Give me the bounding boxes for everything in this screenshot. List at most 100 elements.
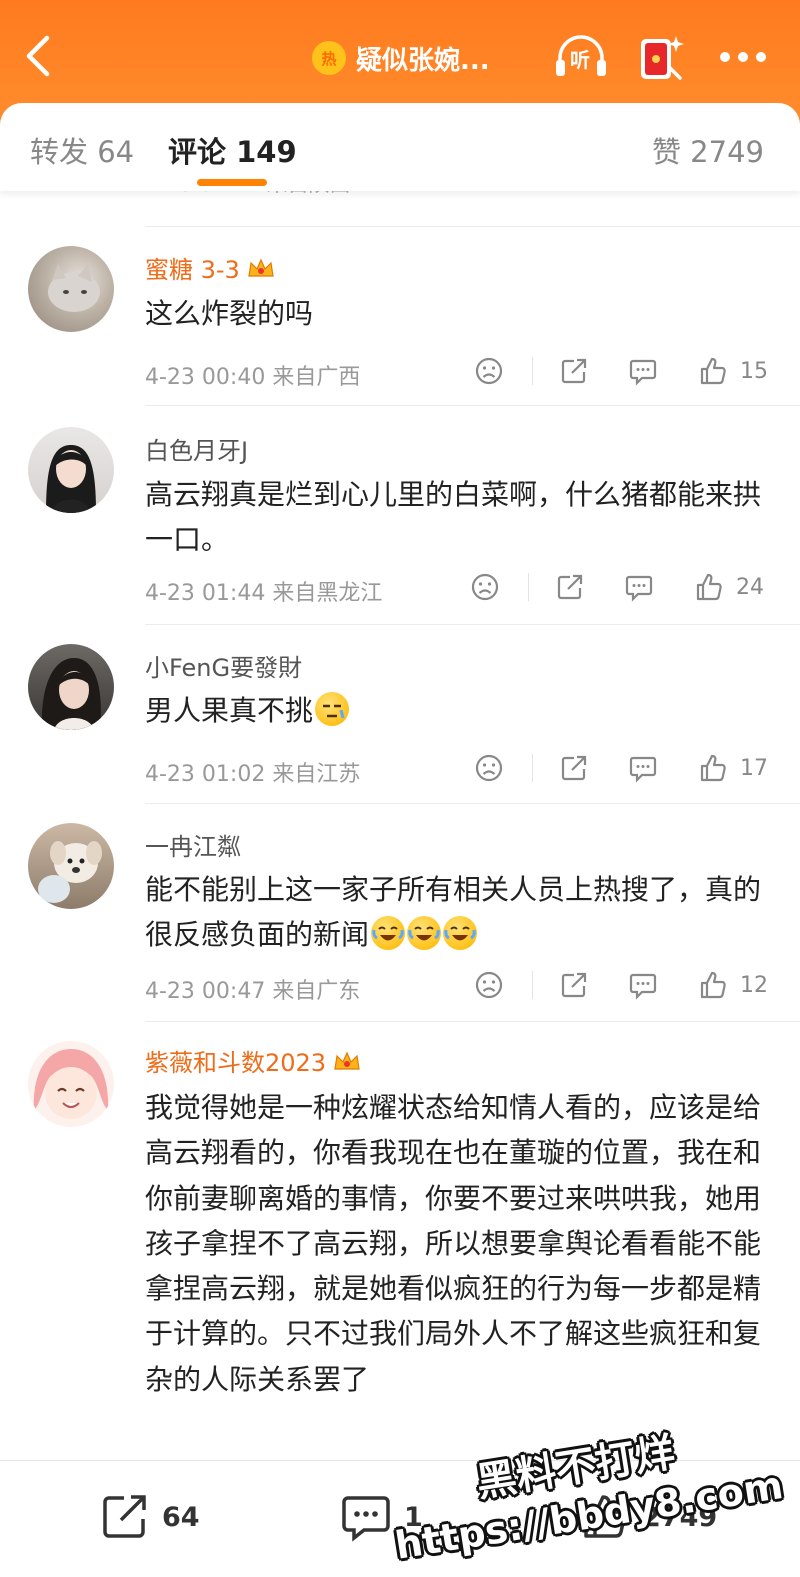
comment-bubble-icon (342, 1496, 390, 1542)
share-button[interactable] (557, 354, 591, 388)
like-button[interactable]: 2749 (580, 1487, 717, 1547)
like-button[interactable] (696, 968, 730, 1002)
sad-face-icon (475, 754, 503, 782)
like-button[interactable] (696, 751, 730, 785)
laugh-cry-emoji-icon (407, 916, 442, 951)
dislike-button[interactable] (472, 968, 506, 1002)
comment-divider (145, 405, 800, 406)
avatar[interactable] (28, 427, 114, 513)
comment-meta: 4-23 01:02 来自江苏 (145, 762, 361, 787)
reply-button[interactable] (626, 968, 660, 1002)
comment-username[interactable]: 紫薇和斗数2023 (145, 1043, 362, 1078)
thumbs-up-icon (584, 1495, 626, 1538)
cartoon-avatar-image (33, 1049, 109, 1119)
comment-text: 这么炸裂的吗 (145, 297, 314, 330)
listen-label: 听 (570, 48, 590, 72)
tab-repost[interactable]: 转发 64 (30, 129, 134, 171)
comment-username[interactable]: 蜜糖 3-3 (145, 250, 276, 285)
share-button[interactable] (557, 751, 591, 785)
comment-item: 白色月牙J 高云翔真是烂到心儿里的白菜啊，什么猪都能来拱一口。 4-23 01:… (0, 405, 800, 623)
comment-username[interactable]: 小FenG要發財 (145, 648, 302, 683)
comment-divider (145, 226, 800, 227)
woman-avatar-image (41, 658, 101, 730)
active-tab-indicator (197, 179, 267, 186)
like-count: 2749 (642, 1501, 718, 1533)
more-button[interactable] (714, 30, 772, 84)
share-icon (557, 574, 583, 600)
sad-face-icon (475, 357, 503, 385)
red-packet-icon (641, 36, 684, 80)
comment-item: 一冉江粼 能不能别上这一家子所有相关人员上热搜了，真的很反感负面的新闻 4-23… (0, 803, 800, 1021)
comment-count: 1 (404, 1501, 423, 1533)
share-icon (561, 755, 587, 781)
action-divider (532, 754, 533, 782)
reply-button[interactable] (626, 751, 660, 785)
avatar[interactable] (28, 644, 114, 730)
share-icon (561, 358, 587, 384)
comment-bubble-icon (629, 359, 657, 386)
comment-item: 紫薇和斗数2023 我觉得她是一种炫耀状态给知情人看的，应该是给高云翔看的，你看… (0, 1021, 800, 1460)
listen-button[interactable]: 听 (552, 30, 610, 84)
share-button[interactable] (553, 570, 587, 604)
comment-bubble-icon (629, 756, 657, 783)
share-icon (561, 972, 587, 998)
avatar[interactable] (28, 823, 114, 909)
topic-title[interactable]: 热 疑似张婉... (312, 36, 490, 80)
tab-comments[interactable]: 评论 149 (168, 129, 297, 171)
more-dots-icon (720, 52, 766, 62)
action-divider (528, 573, 529, 601)
share-button[interactable] (557, 968, 591, 1002)
like-count: 24 (736, 575, 764, 600)
comment-text: 能不能别上这一家子所有相关人员上热搜了，真的很反感负面的新闻 (145, 873, 762, 952)
sad-face-icon (471, 573, 499, 601)
red-packet-button[interactable] (630, 30, 688, 84)
dislike-button[interactable] (472, 751, 506, 785)
comment-username[interactable]: 一冉江粼 (145, 827, 241, 862)
detail-tabs: 转发 64 评论 149 赞 2749 (0, 103, 800, 191)
action-divider (532, 971, 533, 999)
comment-text: 高云翔真是烂到心儿里的白菜啊，什么猪都能来拱一口。 (145, 478, 762, 557)
laugh-cry-emoji-icon (443, 916, 478, 951)
tab-likes[interactable]: 赞 2749 (652, 129, 764, 171)
comment-meta: 4-23 00:47 来自广东 (145, 979, 361, 1004)
comment-item: 蜜糖 3-3 这么炸裂的吗 4-23 00:40 来自广西 15 (0, 226, 800, 404)
avatar[interactable] (28, 246, 114, 332)
like-button[interactable] (696, 354, 730, 388)
like-count: 15 (740, 359, 768, 384)
comment-bubble-icon (625, 575, 653, 602)
comment-text: 男人果真不挑 (145, 688, 765, 733)
comment-divider (145, 803, 800, 804)
repost-button[interactable]: 64 (100, 1487, 200, 1547)
comment-username[interactable]: 白色月牙J (145, 431, 248, 466)
thumbs-up-icon (700, 357, 726, 385)
action-divider (532, 357, 533, 385)
vip-crown-icon (248, 258, 274, 277)
dislike-button[interactable] (472, 354, 506, 388)
vip-crown-icon (334, 1051, 360, 1070)
comment-item: 小FenG要發財 男人果真不挑 4-23 01:02 来自江苏 17 (0, 624, 800, 802)
repost-icon (103, 1495, 146, 1538)
reply-button[interactable] (626, 354, 660, 388)
comment-text: 我觉得她是一种炫耀状态给知情人看的，应该是给高云翔看的，你看我现在也在董璇的位置… (145, 1091, 762, 1396)
comment-bubble-icon (629, 973, 657, 1000)
hot-badge-icon: 热 (312, 41, 346, 75)
comment-divider (145, 624, 800, 625)
back-button[interactable] (20, 32, 56, 80)
bottom-action-bar: 64 1 2749 (0, 1460, 800, 1577)
cat-avatar-image (48, 264, 100, 312)
reply-button[interactable] (622, 570, 656, 604)
dislike-button[interactable] (468, 570, 502, 604)
like-button[interactable] (692, 570, 726, 604)
comment-meta: 4-23 01:44 来自黑龙江 (145, 581, 383, 606)
comment-meta: 4-23 00:40 来自广西 (145, 365, 361, 390)
thumbs-up-icon (700, 754, 726, 782)
comment-divider (145, 1021, 800, 1022)
thumbs-up-icon (700, 971, 726, 999)
sad-face-icon (475, 971, 503, 999)
avatar[interactable] (28, 1041, 114, 1127)
comment-button[interactable]: 1 (340, 1487, 423, 1547)
like-count: 12 (740, 973, 768, 998)
page-title: 疑似张婉... (356, 45, 490, 76)
like-count: 17 (740, 756, 768, 781)
puppy-avatar-image (38, 841, 102, 903)
